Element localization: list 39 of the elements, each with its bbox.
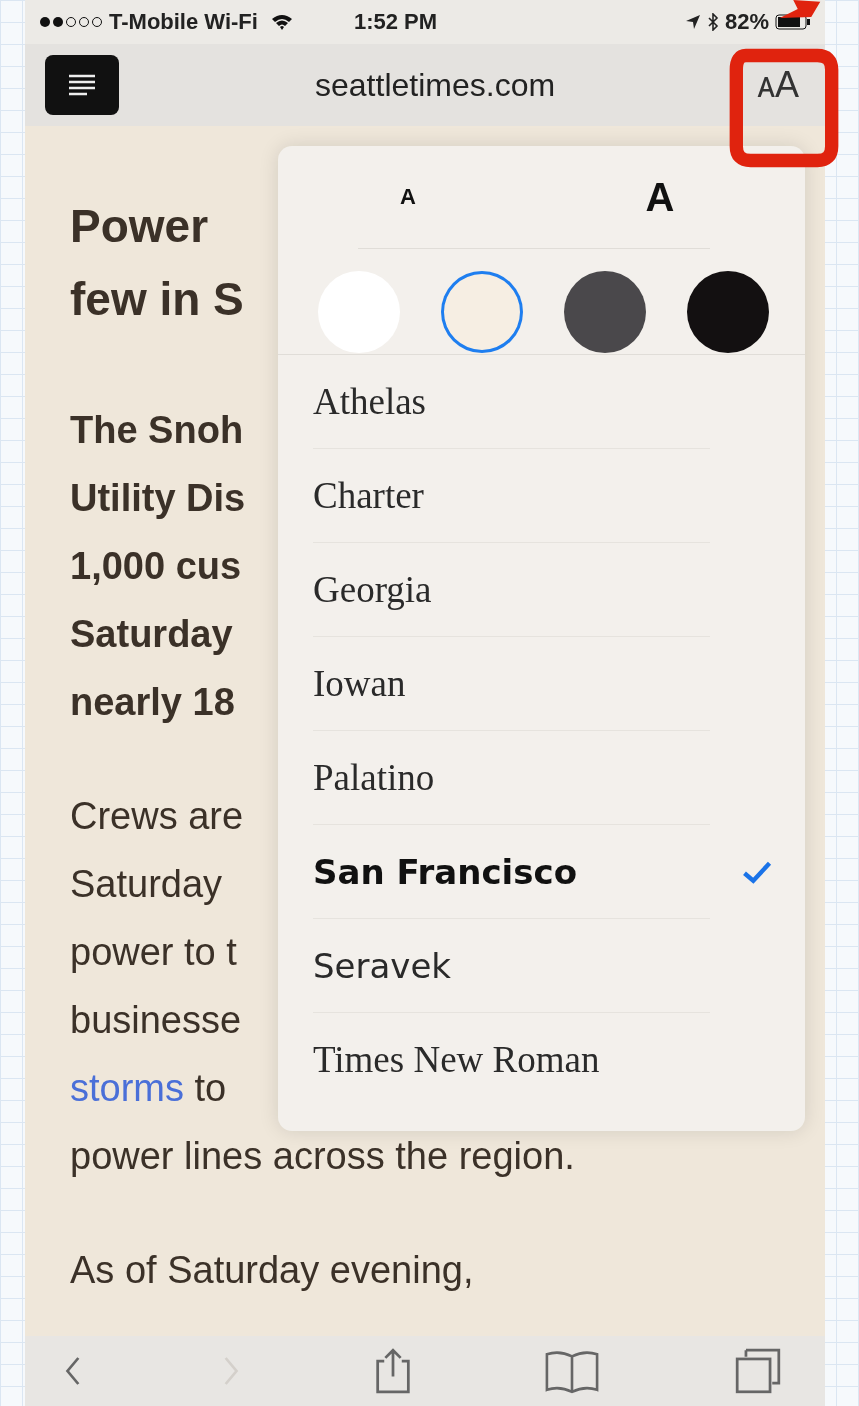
reader-button[interactable]: [45, 55, 119, 115]
body-line: power to t: [70, 930, 237, 975]
font-option[interactable]: Athelas: [313, 355, 710, 449]
font-option[interactable]: Charter: [313, 449, 710, 543]
lead-line: nearly 18: [70, 680, 235, 725]
smaller-text-button[interactable]: A: [358, 183, 458, 211]
font-option[interactable]: Iowan: [313, 637, 710, 731]
carrier-name: T-Mobile Wi-Fi: [109, 9, 258, 35]
bluetooth-icon: [706, 13, 719, 31]
body-line: businesse: [70, 998, 242, 1043]
font-option[interactable]: Georgia: [313, 543, 710, 637]
text-size-button[interactable]: ᴀA: [751, 64, 805, 106]
body-line: Crews are: [70, 794, 244, 839]
reader-lines-icon: [67, 73, 97, 97]
lead-line: The Snoh: [70, 408, 244, 453]
body-line: power lines across the region.: [70, 1134, 575, 1179]
battery-percent: 82%: [724, 9, 769, 35]
body-line: Saturday: [70, 862, 223, 907]
font-option[interactable]: Palatino: [313, 731, 710, 825]
lead-line: Utility Dis: [70, 476, 246, 521]
battery-icon: [775, 14, 811, 30]
url-field[interactable]: seattletimes.com: [119, 66, 752, 104]
status-time: 1:52 PM: [353, 9, 438, 35]
font-option[interactable]: San Francisco: [313, 825, 710, 919]
headline-line: few in S: [70, 272, 244, 327]
share-icon[interactable]: [373, 1348, 413, 1394]
book-icon[interactable]: [543, 1348, 601, 1394]
article-link[interactable]: storms: [70, 1067, 184, 1109]
body-text: to: [193, 1067, 227, 1109]
lead-line: 1,000 cus: [70, 544, 242, 589]
larger-text-button[interactable]: A: [610, 173, 710, 221]
font-option[interactable]: Seravek: [313, 919, 710, 1013]
body-line: As of Saturday evening,: [70, 1248, 474, 1293]
headline-line: Power: [70, 199, 209, 254]
annotation-arrow: [778, 0, 822, 18]
lead-line: Saturday: [70, 612, 233, 657]
font-option[interactable]: Times New Roman: [313, 1013, 710, 1106]
location-icon: [684, 14, 701, 30]
signal-icon: [39, 15, 103, 29]
